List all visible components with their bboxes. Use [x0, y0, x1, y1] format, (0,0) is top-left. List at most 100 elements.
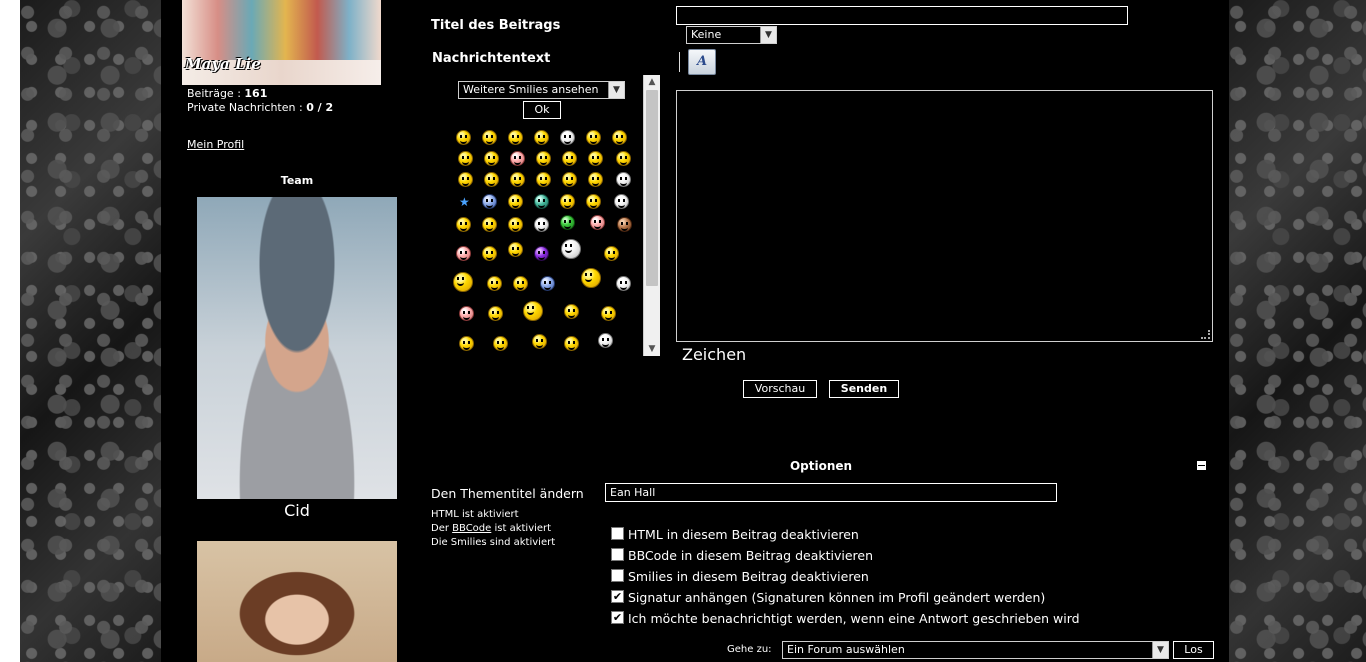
smiley-icon[interactable]: [598, 333, 613, 348]
smiley-icon[interactable]: [560, 215, 575, 230]
smiley-icon[interactable]: [510, 172, 525, 187]
smiley-icon[interactable]: [482, 194, 497, 209]
smiley-icon[interactable]: [586, 194, 601, 209]
smilies-select-value: Weitere Smilies ansehen: [463, 83, 599, 96]
smiley-icon[interactable]: [456, 217, 471, 232]
smiley-icon[interactable]: [586, 130, 601, 145]
smiley-icon[interactable]: [456, 130, 471, 145]
smiley-icon[interactable]: [617, 217, 632, 232]
smiley-icon[interactable]: [508, 242, 523, 257]
chevron-down-icon: ▼: [608, 82, 624, 98]
smiley-icon[interactable]: [564, 336, 579, 351]
notify-reply-label: Ich möchte benachrichtigt werden, wenn e…: [628, 611, 1080, 626]
smiley-icon[interactable]: [508, 130, 523, 145]
smiley-icon[interactable]: [536, 151, 551, 166]
smilies-ok-button[interactable]: Ok: [523, 101, 561, 119]
disable-smilies-checkbox[interactable]: [611, 569, 624, 582]
team-member-name[interactable]: Cid: [197, 501, 397, 520]
smiley-icon[interactable]: [453, 272, 473, 292]
smiley-icon[interactable]: [487, 276, 502, 291]
char-count-label: Zeichen: [682, 345, 747, 364]
smiley-icon[interactable]: [581, 268, 601, 288]
smiley-icon[interactable]: [562, 172, 577, 187]
status-bbcode: Der BBCode ist aktiviert: [431, 522, 551, 536]
message-label: Nachrichtentext: [432, 51, 551, 66]
chevron-down-icon: ▼: [1152, 642, 1168, 658]
smiley-icon[interactable]: [488, 306, 503, 321]
smiley-icon[interactable]: [588, 172, 603, 187]
smiley-icon[interactable]: [484, 172, 499, 187]
team-title: Team: [280, 174, 314, 187]
format-icon[interactable]: A: [688, 49, 716, 75]
scrollbar-thumb[interactable]: [646, 90, 658, 286]
smiley-icon[interactable]: [540, 276, 555, 291]
team-member-photo[interactable]: [197, 541, 397, 662]
smiley-icon[interactable]: [564, 304, 579, 319]
smiley-icon[interactable]: [560, 194, 575, 209]
smiley-icon[interactable]: [616, 172, 631, 187]
smiley-icon[interactable]: [532, 334, 547, 349]
user-avatar: Maya Lie: [182, 0, 381, 85]
disable-bbcode-label: BBCode in diesem Beitrag deaktivieren: [628, 548, 874, 563]
smiley-icon[interactable]: [482, 246, 497, 261]
disable-smilies-label: Smilies in diesem Beitrag deaktivieren: [628, 569, 869, 584]
minus-icon[interactable]: [1197, 461, 1206, 470]
smiley-icon[interactable]: [616, 151, 631, 166]
smiley-icon[interactable]: [562, 151, 577, 166]
my-profile-link[interactable]: Mein Profil: [187, 138, 244, 151]
post-icon-select[interactable]: Keine ▼: [686, 26, 777, 44]
topic-title-input[interactable]: [605, 483, 1057, 502]
jump-label: Gehe zu:: [727, 644, 772, 655]
smilies-select[interactable]: Weitere Smilies ansehen ▼: [458, 81, 625, 99]
team-member-photo[interactable]: [197, 197, 397, 499]
smiley-icon[interactable]: [536, 172, 551, 187]
smiley-icon[interactable]: [459, 336, 474, 351]
smiley-icon[interactable]: [561, 239, 581, 259]
resize-grip-icon[interactable]: [1201, 330, 1210, 339]
smilies-scrollbar[interactable]: ▲ ▼: [643, 75, 660, 356]
smiley-icon[interactable]: [513, 276, 528, 291]
toolbar-divider: [679, 52, 680, 72]
smiley-icon[interactable]: [614, 194, 629, 209]
chevron-up-icon[interactable]: ▲: [644, 75, 660, 89]
smiley-icon[interactable]: [508, 194, 523, 209]
smiley-icon[interactable]: [508, 217, 523, 232]
bbcode-link[interactable]: BBCode: [452, 523, 491, 534]
smiley-icon[interactable]: [534, 194, 549, 209]
smiley-icon[interactable]: [612, 130, 627, 145]
disable-html-checkbox[interactable]: [611, 527, 624, 540]
smiley-icon[interactable]: [616, 276, 631, 291]
notify-reply-checkbox[interactable]: ✔: [611, 611, 624, 624]
smiley-icon[interactable]: [588, 151, 603, 166]
smiley-icon[interactable]: [484, 151, 499, 166]
smiley-icon[interactable]: [523, 301, 543, 321]
attach-signature-checkbox[interactable]: ✔: [611, 590, 624, 603]
post-title-input[interactable]: [676, 6, 1128, 25]
jump-go-button[interactable]: Los: [1173, 641, 1214, 659]
smiley-icon[interactable]: [534, 217, 549, 232]
smiley-icon[interactable]: [510, 151, 525, 166]
smiley-icon[interactable]: [493, 336, 508, 351]
status-smilies: Die Smilies sind aktiviert: [431, 537, 556, 548]
chevron-down-icon[interactable]: ▼: [644, 342, 660, 356]
disable-bbcode-checkbox[interactable]: [611, 548, 624, 561]
smiley-icon[interactable]: [482, 217, 497, 232]
preview-button[interactable]: Vorschau: [743, 380, 817, 398]
pm-value: 0 / 2: [306, 101, 334, 114]
smiley-icon[interactable]: [560, 130, 575, 145]
smiley-icon[interactable]: [458, 151, 473, 166]
smiley-icon[interactable]: [534, 130, 549, 145]
message-textarea[interactable]: [676, 90, 1213, 342]
smiley-icon[interactable]: [482, 130, 497, 145]
smiley-icon[interactable]: [604, 246, 619, 261]
smiley-icon[interactable]: [458, 172, 473, 187]
forum-jump-select[interactable]: Ein Forum auswählen ▼: [782, 641, 1169, 659]
smiley-icon[interactable]: [459, 306, 474, 321]
send-button[interactable]: Senden: [829, 380, 899, 398]
smiley-icon[interactable]: [534, 246, 549, 261]
forum-main-area: Maya Lie Beiträge : 161 Private Nachrich…: [161, 0, 1229, 662]
smiley-icon[interactable]: [601, 306, 616, 321]
smiley-icon[interactable]: [590, 215, 605, 230]
star-icon[interactable]: ★: [459, 195, 470, 209]
smiley-icon[interactable]: [456, 246, 471, 261]
